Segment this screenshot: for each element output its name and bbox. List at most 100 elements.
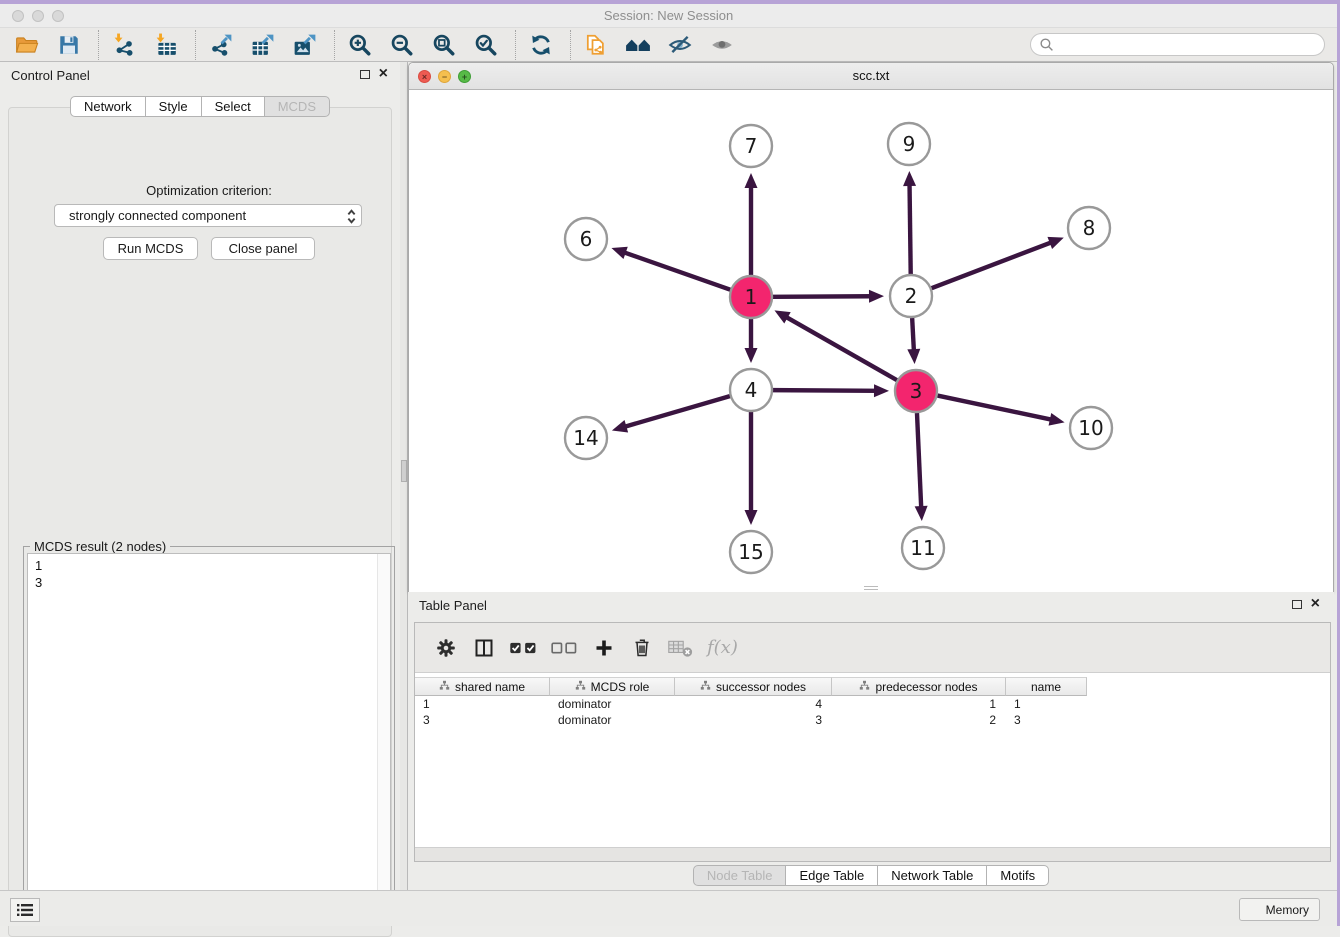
task-history-button[interactable] <box>10 898 40 922</box>
titlebar-close-button[interactable] <box>12 10 24 22</box>
table-panel-tabs: Node TableEdge TableNetwork TableMotifs <box>408 865 1334 886</box>
result-scrollbar[interactable] <box>377 554 390 917</box>
tab-network[interactable]: Network <box>70 96 146 117</box>
zoom-fit-icon[interactable] <box>429 31 459 59</box>
tab-mcds[interactable]: MCDS <box>264 96 330 117</box>
save-session-icon[interactable] <box>54 31 84 59</box>
table-cell[interactable]: 1 <box>415 696 550 712</box>
edge-3-1[interactable] <box>785 316 897 380</box>
graph-node-3[interactable]: 3 <box>895 370 937 412</box>
table-row[interactable]: 3dominator323 <box>415 712 1330 728</box>
graph-node-2[interactable]: 2 <box>890 275 932 317</box>
create-column-plus-icon[interactable] <box>589 633 619 663</box>
table-cell[interactable]: 3 <box>1006 712 1087 728</box>
close-panel-icon[interactable]: × <box>379 65 388 83</box>
tab-select[interactable]: Select <box>201 96 265 117</box>
column-header-predecessor-nodes[interactable]: predecessor nodes <box>832 677 1006 696</box>
close-window-icon[interactable]: × <box>418 70 431 83</box>
table-cell[interactable]: 1 <box>1006 696 1087 712</box>
table-cell[interactable]: 1 <box>832 696 1006 712</box>
column-header-name[interactable]: name <box>1006 677 1087 696</box>
edge-1-6[interactable] <box>623 252 730 290</box>
splitter-handle[interactable] <box>401 460 407 482</box>
graph-node-15[interactable]: 15 <box>730 531 772 573</box>
edge-3-10[interactable] <box>938 396 1053 420</box>
column-header-shared-name[interactable]: shared name <box>415 677 550 696</box>
graph-node-4[interactable]: 4 <box>730 369 772 411</box>
run-mcds-button[interactable]: Run MCDS <box>103 237 198 260</box>
status-bar: Memory <box>0 890 1337 926</box>
float-window-icon[interactable] <box>1292 600 1302 609</box>
tab-motifs[interactable]: Motifs <box>986 865 1049 886</box>
column-header-MCDS-role[interactable]: MCDS role <box>550 677 675 696</box>
zoom-in-icon[interactable] <box>345 31 375 59</box>
criterion-dropdown[interactable]: strongly connected component <box>54 204 362 227</box>
edge-4-14[interactable] <box>623 396 729 427</box>
network-canvas[interactable]: 7 9 6 8 1 2 4 3 14 10 15 11 <box>409 90 1333 592</box>
select-all-checkboxes-icon[interactable] <box>507 633 541 663</box>
mcds-panel-body: Optimization criterion: strongly connect… <box>8 107 392 937</box>
first-neighbors-icon[interactable] <box>623 31 653 59</box>
tab-style[interactable]: Style <box>145 96 202 117</box>
maximize-window-icon[interactable]: + <box>458 70 471 83</box>
graph-node-9[interactable]: 9 <box>888 123 930 165</box>
memory-button[interactable]: Memory <box>1239 898 1320 921</box>
hide-selected-icon[interactable] <box>665 31 695 59</box>
table-cell[interactable]: dominator <box>550 712 675 728</box>
refresh-layout-icon[interactable] <box>526 31 556 59</box>
table-cell[interactable]: 3 <box>415 712 550 728</box>
show-all-icon[interactable] <box>707 31 737 59</box>
titlebar-minimize-button[interactable] <box>32 10 44 22</box>
export-network-icon[interactable] <box>206 31 236 59</box>
graph-node-10[interactable]: 10 <box>1070 407 1112 449</box>
new-network-from-selection-icon[interactable] <box>581 31 611 59</box>
edge-arrowhead <box>745 173 758 188</box>
float-window-icon[interactable] <box>360 70 370 79</box>
edge-2-8[interactable] <box>932 242 1053 288</box>
function-builder-fx-icon: f(x) <box>707 637 738 658</box>
toolbar-separator <box>195 30 196 60</box>
table-cell[interactable]: dominator <box>550 696 675 712</box>
show-columns-icon[interactable] <box>469 633 499 663</box>
tab-node-table[interactable]: Node Table <box>693 865 787 886</box>
tab-edge-table[interactable]: Edge Table <box>785 865 878 886</box>
table-settings-gear-icon[interactable] <box>431 633 461 663</box>
edge-4-3[interactable] <box>773 390 877 391</box>
table-cell[interactable]: 3 <box>675 712 832 728</box>
deselect-all-checkboxes-icon[interactable] <box>549 633 581 663</box>
minimize-window-icon[interactable]: − <box>438 70 451 83</box>
table-row[interactable]: 1dominator411 <box>415 696 1330 712</box>
zoom-selected-icon[interactable] <box>471 31 501 59</box>
canvas-resize-grip[interactable] <box>864 586 878 590</box>
import-network-icon[interactable] <box>109 31 139 59</box>
edge-2-3[interactable] <box>912 318 914 352</box>
graph-node-7[interactable]: 7 <box>730 125 772 167</box>
graph-node-14[interactable]: 14 <box>565 417 607 459</box>
table-cell[interactable]: 4 <box>675 696 832 712</box>
network-graph[interactable]: 7 9 6 8 1 2 4 3 14 10 15 11 <box>409 90 1333 592</box>
graph-node-8[interactable]: 8 <box>1068 207 1110 249</box>
close-panel-icon[interactable]: × <box>1311 595 1320 613</box>
tab-network-table[interactable]: Network Table <box>877 865 987 886</box>
edge-arrowhead <box>611 247 627 259</box>
graph-node-6[interactable]: 6 <box>565 218 607 260</box>
delete-column-trash-icon[interactable] <box>627 633 657 663</box>
panel-splitter <box>400 62 408 890</box>
column-header-successor-nodes[interactable]: successor nodes <box>675 677 832 696</box>
open-session-icon[interactable] <box>12 31 42 59</box>
export-image-icon[interactable] <box>290 31 320 59</box>
titlebar-zoom-button[interactable] <box>52 10 64 22</box>
export-table-icon[interactable] <box>248 31 278 59</box>
edge-3-11[interactable] <box>917 413 921 509</box>
graph-node-1[interactable]: 1 <box>730 276 772 318</box>
graph-node-11[interactable]: 11 <box>902 527 944 569</box>
close-panel-button[interactable]: Close panel <box>211 237 315 260</box>
edge-2-9[interactable] <box>910 183 911 274</box>
zoom-out-icon[interactable] <box>387 31 417 59</box>
table-cell[interactable]: 2 <box>832 712 1006 728</box>
import-table-icon[interactable] <box>151 31 181 59</box>
mcds-result-textarea[interactable]: 13 <box>27 553 391 918</box>
svg-text:11: 11 <box>910 536 935 560</box>
search-input[interactable] <box>1030 33 1325 56</box>
edge-1-2[interactable] <box>773 296 872 297</box>
